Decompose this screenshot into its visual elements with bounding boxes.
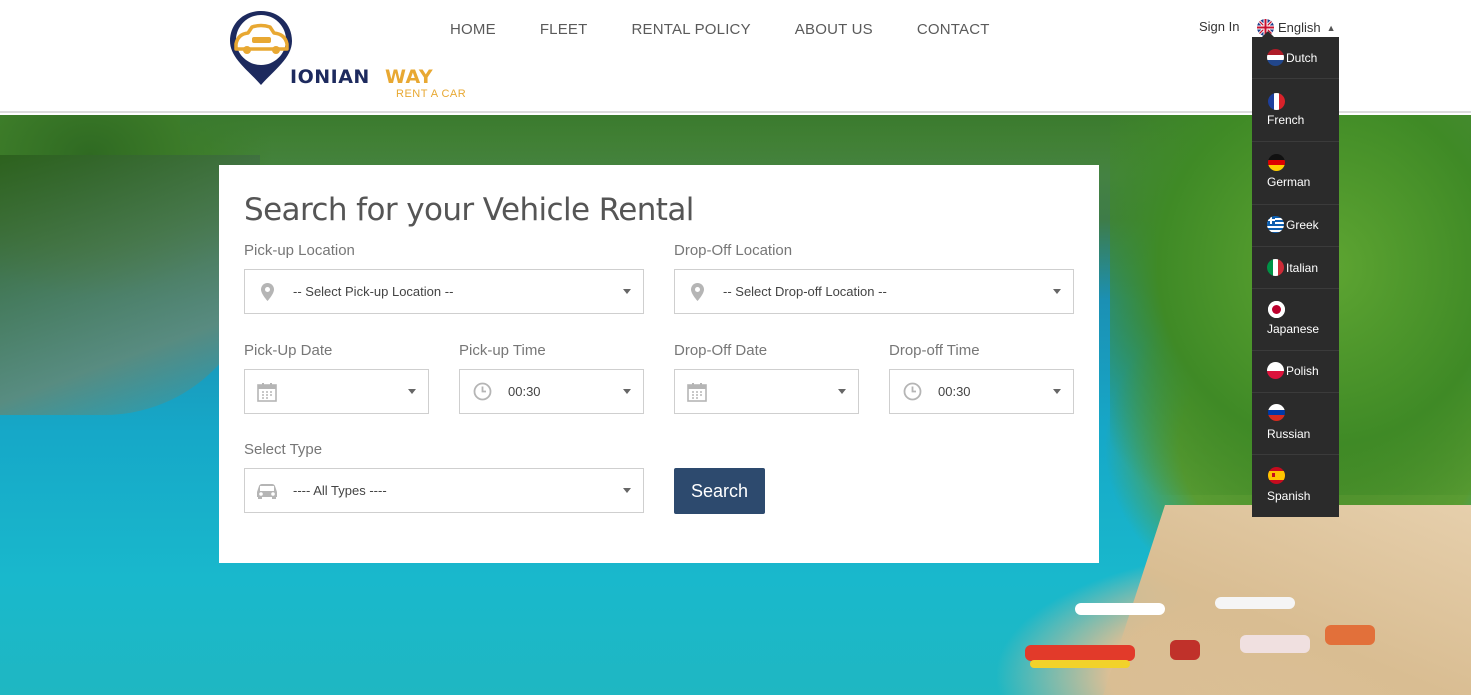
hero-boat — [1240, 635, 1310, 653]
map-marker-icon — [245, 282, 289, 301]
language-option-italian[interactable]: Italian — [1252, 247, 1339, 289]
dropoff-time-label: Drop-off Time — [889, 342, 980, 359]
pickup-location-value: -- Select Pick-up Location -- — [293, 284, 454, 299]
hero-boat — [1325, 625, 1375, 645]
dropoff-location-select[interactable]: -- Select Drop-off Location -- — [674, 269, 1074, 314]
language-option-french[interactable]: French — [1252, 79, 1339, 142]
language-option-label: Greek — [1286, 217, 1319, 232]
language-option-polish[interactable]: Polish — [1252, 351, 1339, 393]
pickup-time-select[interactable]: 00:30 — [459, 369, 644, 414]
language-option-label: Dutch — [1286, 50, 1318, 65]
pickup-date-label: Pick-Up Date — [244, 342, 333, 359]
brand-name-part1: IONIAN — [290, 66, 370, 88]
language-option-label: German — [1267, 175, 1311, 189]
language-option-japanese[interactable]: Japanese — [1252, 289, 1339, 351]
language-option-label: Polish — [1286, 363, 1319, 378]
dropoff-time-value: 00:30 — [938, 384, 971, 399]
vehicle-type-label: Select Type — [244, 441, 323, 458]
language-dropdown-menu: Dutch French German Greek Italian Japane… — [1252, 31, 1339, 517]
dropoff-time-select[interactable]: 00:30 — [889, 369, 1074, 414]
site-header: IONIAN WAY RENT A CAR HOME FLEET RENTAL … — [0, 0, 1471, 113]
language-option-label: French — [1267, 113, 1305, 127]
chevron-down-icon — [1053, 289, 1061, 294]
hero-boat — [1215, 597, 1295, 609]
pickup-location-select[interactable]: -- Select Pick-up Location -- — [244, 269, 644, 314]
hero-boat — [1025, 645, 1135, 661]
nav-contact[interactable]: CONTACT — [895, 19, 1012, 40]
language-option-label: Japanese — [1267, 322, 1320, 336]
map-marker-icon — [675, 282, 719, 301]
nav-home[interactable]: HOME — [428, 19, 518, 40]
pickup-time-value: 00:30 — [508, 384, 541, 399]
car-icon — [245, 482, 289, 500]
hero-boat — [1075, 603, 1165, 615]
brand-wordmark: IONIAN WAY — [290, 66, 433, 88]
chevron-down-icon — [1053, 389, 1061, 394]
language-option-spanish[interactable]: Spanish — [1252, 455, 1339, 517]
dropoff-location-value: -- Select Drop-off Location -- — [723, 284, 887, 299]
vehicle-type-select[interactable]: ---- All Types ---- — [244, 468, 644, 513]
language-option-german[interactable]: German — [1252, 142, 1339, 205]
flag-spain-icon — [1268, 467, 1285, 484]
hero-boat — [1030, 660, 1130, 668]
dropoff-date-label: Drop-Off Date — [674, 342, 768, 359]
main-nav: HOME FLEET RENTAL POLICY ABOUT US CONTAC… — [428, 19, 1012, 40]
clock-icon — [460, 382, 504, 401]
language-option-dutch[interactable]: Dutch — [1252, 37, 1339, 79]
chevron-up-icon: ▲ — [1326, 22, 1336, 33]
chevron-down-icon — [838, 389, 846, 394]
flag-greece-icon — [1267, 216, 1284, 233]
brand-tagline: RENT A CAR — [396, 88, 467, 100]
pickup-date-select[interactable] — [244, 369, 429, 414]
flag-netherlands-icon — [1267, 49, 1284, 66]
language-option-russian[interactable]: Russian — [1252, 393, 1339, 455]
chevron-down-icon — [623, 389, 631, 394]
search-button[interactable]: Search — [674, 468, 765, 514]
chevron-down-icon — [623, 488, 631, 493]
sign-in-link[interactable]: Sign In — [1199, 19, 1239, 34]
nav-fleet[interactable]: FLEET — [518, 19, 610, 40]
flag-poland-icon — [1267, 362, 1284, 379]
language-option-label: Italian — [1286, 260, 1319, 275]
search-title: Search for your Vehicle Rental — [244, 192, 694, 228]
pickup-location-label: Pick-up Location — [244, 242, 355, 259]
flag-germany-icon — [1268, 154, 1285, 171]
chevron-down-icon — [623, 289, 631, 294]
search-card: Search for your Vehicle Rental Pick-up L… — [219, 165, 1099, 563]
language-current-label: English — [1278, 20, 1321, 35]
language-option-label: Spanish — [1267, 489, 1311, 503]
dropoff-location-label: Drop-Off Location — [674, 242, 793, 259]
flag-russia-icon — [1268, 404, 1285, 421]
clock-icon — [890, 382, 934, 401]
calendar-icon — [675, 382, 719, 402]
language-option-label: Russian — [1267, 427, 1311, 441]
pickup-time-label: Pick-up Time — [459, 342, 546, 359]
dropoff-date-select[interactable] — [674, 369, 859, 414]
flag-italy-icon — [1267, 259, 1284, 276]
flag-japan-icon — [1268, 301, 1285, 318]
hero-boat — [1170, 640, 1200, 660]
map-pin-car-icon — [230, 11, 292, 85]
vehicle-type-value: ---- All Types ---- — [293, 483, 387, 498]
nav-rental-policy[interactable]: RENTAL POLICY — [610, 19, 773, 40]
brand-name-part2: WAY — [384, 66, 434, 88]
nav-about-us[interactable]: ABOUT US — [773, 19, 895, 40]
language-option-greek[interactable]: Greek — [1252, 205, 1339, 247]
chevron-down-icon — [408, 389, 416, 394]
flag-france-icon — [1268, 93, 1285, 110]
calendar-icon — [245, 382, 289, 402]
